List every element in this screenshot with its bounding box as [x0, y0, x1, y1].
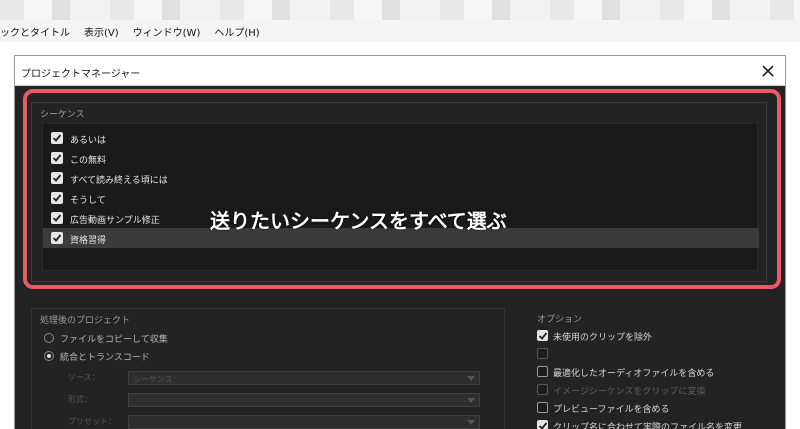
chevron-down-icon [467, 398, 475, 403]
blurred-window-strip [0, 0, 800, 20]
source-field: ソース： シーケンス [68, 371, 480, 385]
option-checkbox[interactable] [537, 366, 548, 377]
format-select[interactable] [128, 393, 480, 407]
checkmark-icon [538, 422, 548, 429]
option-preview-files[interactable]: プレビューファイルを含める [537, 400, 767, 416]
radio-button[interactable] [44, 333, 54, 343]
source-select[interactable]: シーケンス [128, 371, 480, 385]
app-menubar: ックとタイトル 表示(V) ウィンドウ(W) ヘルプ(H) [0, 0, 800, 42]
chevron-down-icon [467, 376, 475, 381]
options-title: オプション [537, 315, 583, 325]
option-exclude-unused[interactable]: 未使用のクリップを除外 [537, 328, 767, 344]
source-label: ソース： [68, 373, 100, 382]
option-optimized-audio[interactable]: 最適化したオーディオファイルを含める [537, 364, 767, 380]
chevron-down-icon [467, 420, 475, 425]
radio-label: 統合とトランスコード [60, 353, 150, 363]
option-checkbox[interactable] [537, 330, 548, 341]
options-group: オプション 未使用のクリップを除外 最適化したオーディオファイルを含める イメー… [531, 308, 771, 429]
option-rename-media[interactable]: クリップ名に合わせて実際のファイル名を変更 [537, 418, 767, 429]
option-image-sequence: イメージシーケンスをクリップに変換 [537, 382, 767, 398]
menu-item-window[interactable]: ウィンドウ(W) [133, 24, 201, 39]
option-checkbox[interactable] [537, 402, 548, 413]
dialog-title: プロジェクトマネージャー [21, 69, 141, 80]
preset-label: プリセット： [68, 417, 116, 426]
radio-label: ファイルをコピーして収集 [60, 335, 168, 345]
option-checkbox [537, 348, 548, 359]
overlay-caption: 送りたいシーケンスをすべて選ぶ [210, 209, 507, 233]
radio-button[interactable] [44, 351, 54, 361]
preset-select[interactable] [128, 415, 480, 429]
option-label: プレビューファイルを含める [553, 405, 670, 415]
source-select-value: シーケンス [133, 375, 173, 384]
option-label: イメージシーケンスをクリップに変換 [553, 387, 706, 397]
red-highlight-frame [23, 89, 781, 289]
checkmark-icon [538, 332, 548, 340]
radio-consolidate-transcode[interactable]: 統合とトランスコード [44, 349, 294, 363]
option-label: 未使用のクリップを除外 [553, 333, 653, 343]
preset-field: プリセット： [68, 415, 480, 429]
processed-project-group: 処理後のプロジェクト ファイルをコピーして収集 統合とトランスコード ソース： … [31, 308, 505, 429]
screenshot-root: ックとタイトル 表示(V) ウィンドウ(W) ヘルプ(H) プロジェクトマネージ… [0, 0, 800, 429]
menu-item-view[interactable]: 表示(V) [84, 24, 119, 39]
dialog-titlebar: プロジェクトマネージャー [15, 56, 785, 86]
close-button[interactable] [757, 60, 779, 82]
close-icon [762, 65, 774, 77]
menu-items: ックとタイトル 表示(V) ウィンドウ(W) ヘルプ(H) [0, 24, 260, 39]
processed-project-title: 処理後のプロジェクト [40, 316, 131, 326]
option-checkbox [537, 384, 548, 395]
format-field: 形式： [68, 393, 480, 407]
menu-item-title[interactable]: ックとタイトル [0, 24, 70, 39]
option-checkbox[interactable] [537, 420, 548, 429]
format-label: 形式： [68, 395, 92, 404]
menu-item-help[interactable]: ヘルプ(H) [214, 24, 259, 39]
option-label: 最適化したオーディオファイルを含める [553, 369, 715, 379]
option-label: クリップ名に合わせて実際のファイル名を変更 [553, 423, 743, 429]
radio-copy-collect[interactable]: ファイルをコピーして収集 [44, 331, 294, 345]
option-handle-frames [537, 346, 767, 362]
